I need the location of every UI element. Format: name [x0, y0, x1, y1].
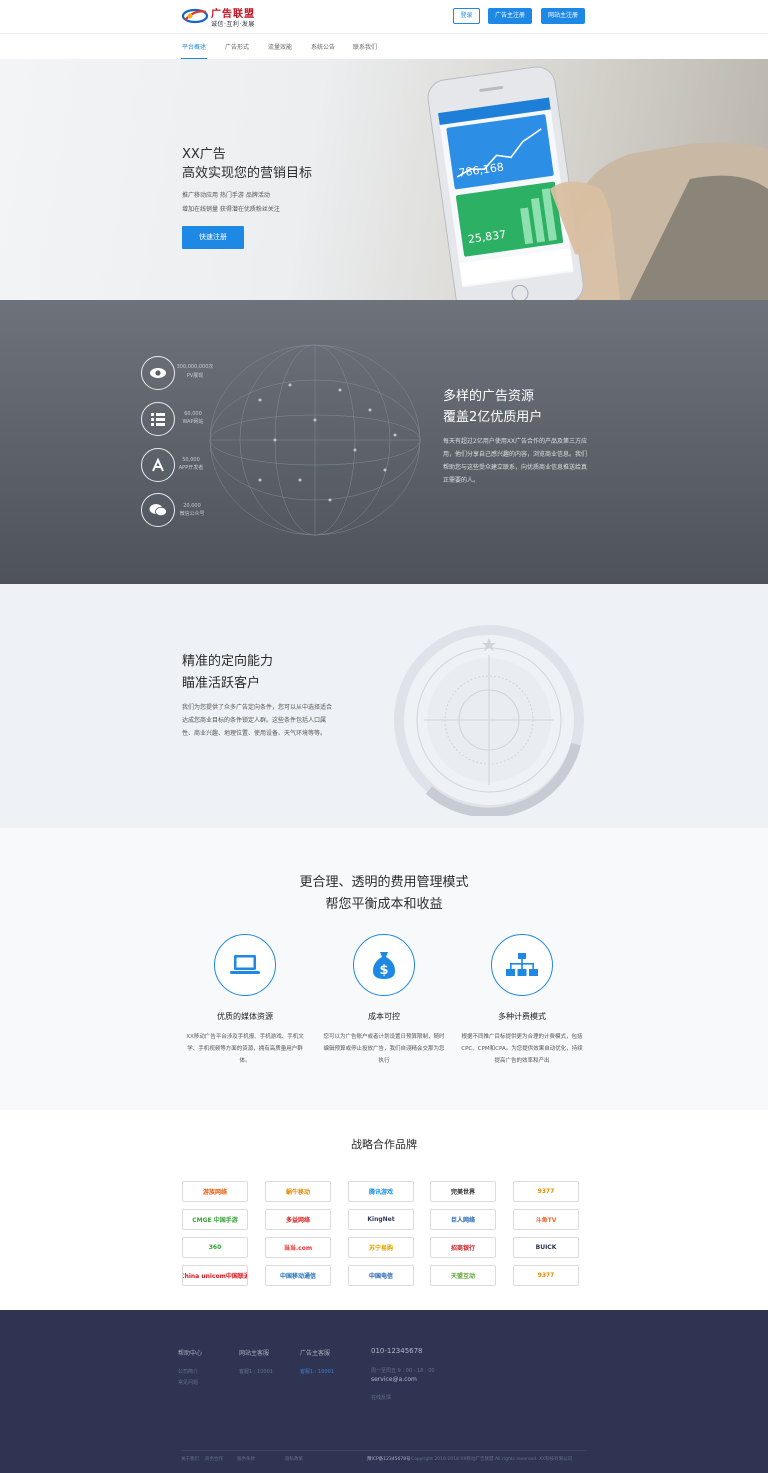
globe-illustration: [209, 344, 421, 536]
brand-logo: KingNet: [348, 1209, 414, 1230]
hero-banner: XX广告 高效实现您的营销目标 推广移动应用 热门手游 品牌活动 增加在线销量 …: [0, 59, 768, 300]
logo[interactable]: 广告联盟 诚信·互利·发展: [181, 4, 261, 30]
fee-item-billing-title: 多种计费模式: [498, 1012, 546, 1021]
svg-text:$: $: [379, 963, 388, 978]
brand-logo: CMGE 中国手游: [182, 1209, 248, 1230]
footer: 帮助中心 公司简介 常见问题 网站主客服 客服1 : 10001 广告主客服 客…: [0, 1310, 768, 1473]
resources-desc: 每天有超过2亿用户使用XX广告合作的产品及第三方应用，他们分享自己感兴趣的内容，…: [443, 438, 588, 484]
hero-desc-line1: 推广移动应用 热门手游 品牌活动: [182, 192, 270, 199]
brand-logo: 中国移动通信: [265, 1265, 331, 1286]
brand-logo: 中国电信: [348, 1265, 414, 1286]
fee-item-media-desc: XX移动广告平台涉及手机报、手机游戏、手机文学、手机视频等方面的资源，拥有高质量…: [186, 1034, 304, 1064]
stat-wap-value: 60,000: [184, 411, 202, 417]
laptop-icon: [214, 934, 276, 996]
fee-item-billing-desc: 根据不同推广目标提供更为合理的计费模式，包括CPC、CPM和CPA。为您提供效果…: [461, 1034, 583, 1064]
footer-link-faq[interactable]: 常见问题: [178, 1379, 198, 1386]
targeting-title: 精准的定向能力: [182, 654, 274, 669]
brands-section: 战略合作品牌 游族网络 蜗牛移动 腾讯游戏 完美世界 9377 CMGE 中国手游 多益网络…: [0, 1110, 768, 1310]
main-nav: 平台概述 广告形式 流量效能 系统公告 联系我们: [0, 33, 768, 60]
nav-item-traffic[interactable]: 流量效能: [268, 42, 292, 51]
brand-logo: 天盟互动: [430, 1265, 496, 1286]
money-bag-icon: $: [353, 934, 415, 996]
nav-item-overview[interactable]: 平台概述: [182, 42, 206, 51]
brand-logo: BUICK: [513, 1237, 579, 1258]
hierarchy-icon: [491, 934, 553, 996]
advertiser-register-button[interactable]: 广告主注册: [488, 8, 532, 24]
hero-title: XX广告: [182, 147, 226, 162]
logo-title: 广告联盟: [211, 9, 255, 20]
fee-item-media-title: 优质的媒体资源: [217, 1012, 273, 1021]
login-button[interactable]: 登录: [453, 8, 480, 24]
brand-logo: 9377: [513, 1265, 579, 1286]
footer-publisher-service-title: 网站主客服: [239, 1350, 270, 1357]
footer-icp: 豫ICP备12345678号: [367, 1457, 411, 1462]
targeting-desc: 我们为您提供了众多广告定向条件，您可以从中选择适合达成您商业目标的条件锁定人群。…: [182, 704, 333, 737]
footer-phone: 010-12345678: [371, 1347, 423, 1355]
brand-logo: 完美世界: [430, 1181, 496, 1202]
stat-wechat-value: 20,000: [183, 503, 201, 509]
target-dial-illustration: [394, 625, 584, 816]
brand-logo: 蜗牛移动: [265, 1181, 331, 1202]
footer-publisher-service-1[interactable]: 客服1 : 10001: [239, 1368, 273, 1375]
footer-help-title: 帮助中心: [178, 1350, 203, 1357]
footer-advertiser-service-1[interactable]: 客服1 : 10001: [300, 1368, 334, 1375]
stat-app-value: 50,000: [182, 457, 200, 463]
footer-bottom-privacy[interactable]: 隐私政策: [285, 1456, 303, 1462]
footer-email[interactable]: service@a.com: [371, 1376, 417, 1383]
brand-logo: 巨人网络: [430, 1209, 496, 1230]
footer-bottom-about[interactable]: 关于我们: [181, 1456, 199, 1462]
fee-section: 更合理、透明的费用管理模式 帮您平衡成本和收益 $ 优质的媒体资源 成本可控 多…: [0, 828, 768, 1110]
logo-slogan: 诚信·互利·发展: [211, 21, 255, 28]
resources-title: 多样的广告资源: [443, 389, 535, 404]
publisher-register-button[interactable]: 网站主注册: [541, 8, 585, 24]
brand-logo: 9377: [513, 1181, 579, 1202]
stat-app-label: APP开发者: [178, 465, 204, 471]
list-icon: [141, 402, 175, 436]
footer-advertiser-service-title: 广告主客服: [300, 1350, 331, 1357]
footer-copyright: Copyright 2016-2018 XX移动广告联盟 All rights …: [411, 1457, 573, 1462]
footer-hours: 周一至周五 9 : 00 - 18 : 00: [371, 1368, 435, 1374]
brand-logo: 当当.com: [265, 1237, 331, 1258]
footer-feedback[interactable]: 在线反馈: [371, 1394, 391, 1401]
stat-pv-label: PV展现: [186, 373, 204, 379]
fee-item-cost-desc: 您可以为广告账户或者计划设置日预算限制，随时编辑预算或停止投放广告，我们自诩精会…: [323, 1034, 445, 1064]
footer-link-about[interactable]: 公司简介: [178, 1368, 198, 1375]
stat-wechat-label: 微信公众号: [179, 511, 205, 517]
resources-section: 300,000,000次 PV展现 60,000 WAP网站 50,000 AP…: [0, 300, 768, 584]
hero-desc-line2: 增加在线销量 获得潜在优质粉丝关注: [182, 206, 280, 213]
footer-divider: [181, 1450, 587, 1451]
stat-wap-label: WAP网站: [182, 419, 204, 425]
fee-item-cost-title: 成本可控: [368, 1012, 400, 1021]
footer-bottom-business[interactable]: 商务合作: [205, 1456, 223, 1462]
fee-subtitle: 帮您平衡成本和收益: [325, 897, 443, 912]
brand-logo: 招商银行: [430, 1237, 496, 1258]
resources-subtitle: 覆盖2亿优质用户: [443, 410, 543, 425]
eye-icon: [141, 356, 175, 390]
page: 广告联盟 诚信·互利·发展 登录 广告主注册 网站主注册 平台概述 广告形式 流…: [0, 0, 768, 1473]
logo-icon: [181, 8, 209, 24]
brand-logo: 腾讯游戏: [348, 1181, 414, 1202]
brand-logo: 多益网络: [265, 1209, 331, 1230]
hero-phone-illustration: 786,168 25,837: [427, 66, 768, 300]
nav-item-ad-formats[interactable]: 广告形式: [225, 42, 249, 51]
app-store-icon: [141, 448, 175, 482]
brand-logo: 游族网络: [182, 1181, 248, 1202]
brands-title: 战略合作品牌: [351, 1138, 417, 1151]
brand-logo: 苏宁易购: [348, 1237, 414, 1258]
stat-pv-value: 300,000,000次: [176, 364, 214, 370]
brand-logo: 360: [182, 1237, 248, 1258]
targeting-subtitle: 瞄准活跃客户: [182, 676, 261, 691]
targeting-section: 精准的定向能力 瞄准活跃客户 我们为您提供了众多广告定向条件，您可以从中选择适合…: [0, 584, 768, 828]
chat-icon: [141, 493, 175, 527]
brand-logo: China unicom中国联通: [182, 1265, 248, 1286]
hero-subtitle: 高效实现您的营销目标: [182, 166, 313, 181]
nav-item-announcements[interactable]: 系统公告: [311, 42, 335, 51]
brand-logo: 斗鱼TV: [513, 1209, 579, 1230]
footer-bottom-terms[interactable]: 服务条款: [237, 1456, 255, 1462]
nav-item-contact[interactable]: 联系我们: [353, 42, 377, 51]
fee-title: 更合理、透明的费用管理模式: [299, 875, 469, 890]
quick-register-button[interactable]: 快速注册: [182, 226, 244, 249]
top-header: 广告联盟 诚信·互利·发展 登录 广告主注册 网站主注册: [0, 0, 768, 33]
